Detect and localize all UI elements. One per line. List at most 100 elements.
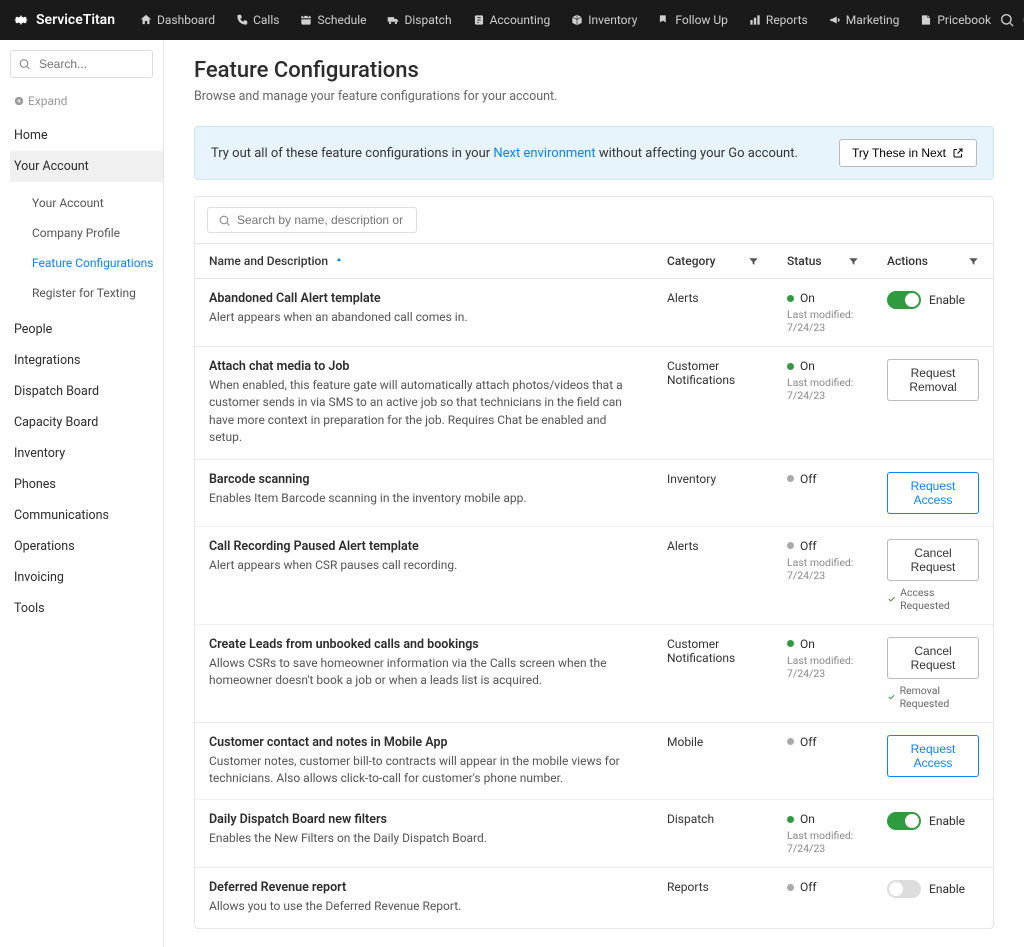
sidebar-sub-your-account[interactable]: Your Account <box>28 188 163 218</box>
last-modified: Last modified: 7/24/23 <box>787 654 859 680</box>
schedule-icon <box>299 13 313 27</box>
enable-toggle[interactable] <box>887 880 921 898</box>
status: On <box>787 291 859 305</box>
nav-item-schedule[interactable]: Schedule <box>291 9 374 31</box>
feature-description: Enables Item Barcode scanning in the inv… <box>209 490 639 507</box>
request_access-button[interactable]: Request Access <box>887 735 979 777</box>
dispatch-icon <box>386 13 400 27</box>
feature-category: Reports <box>653 868 773 928</box>
th-name[interactable]: Name and Description <box>195 244 653 279</box>
nav-item-inventory[interactable]: Inventory <box>562 9 645 31</box>
status: Off <box>787 880 859 894</box>
sidebar-sub-register-texting[interactable]: Register for Texting <box>28 278 163 308</box>
plus-circle-icon <box>14 96 24 106</box>
search-icon[interactable] <box>999 12 1015 28</box>
action-substatus: Removal Requested <box>887 684 979 710</box>
table-row: Customer contact and notes in Mobile App… <box>195 722 993 800</box>
next-environment-link[interactable]: Next environment <box>493 146 595 161</box>
search-icon <box>218 214 231 227</box>
sidebar-item-capacity-board[interactable]: Capacity Board <box>10 407 163 438</box>
toggle-label: Enable <box>929 882 965 896</box>
main-content: Feature Configurations Browse and manage… <box>164 40 1024 947</box>
request_access-button[interactable]: Request Access <box>887 472 979 514</box>
check-icon <box>887 692 896 702</box>
sidebar-item-your-account[interactable]: Your Account <box>10 151 163 182</box>
request_removal-button[interactable]: Request Removal <box>887 359 979 401</box>
cancel_request-button[interactable]: Cancel Request <box>887 539 979 581</box>
table-search-bar <box>195 197 993 243</box>
sidebar-sub-company-profile[interactable]: Company Profile <box>28 218 163 248</box>
external-link-icon <box>952 147 964 159</box>
feature-description: Enables the New Filters on the Daily Dis… <box>209 830 639 847</box>
brand: ServiceTitan <box>12 11 115 29</box>
status-dot-icon <box>787 640 794 647</box>
nav-item-follow-up[interactable]: Follow Up <box>649 9 736 31</box>
feature-description: Allows CSRs to save homeowner informatio… <box>209 655 639 690</box>
feature-name: Barcode scanning <box>209 472 639 487</box>
sidebar-search-input[interactable] <box>10 50 153 78</box>
status-dot-icon <box>787 363 794 370</box>
last-modified: Last modified: 7/24/23 <box>787 556 859 582</box>
status-dot-icon <box>787 542 794 549</box>
table-row: Daily Dispatch Board new filters Enables … <box>195 800 993 868</box>
toggle-label: Enable <box>929 293 965 307</box>
sidebar-item-home[interactable]: Home <box>10 120 163 151</box>
th-status[interactable]: Status <box>773 244 873 279</box>
sidebar-item-inventory[interactable]: Inventory <box>10 438 163 469</box>
enable-toggle[interactable] <box>887 291 921 309</box>
expand-toggle[interactable]: Expand <box>10 90 163 120</box>
th-category[interactable]: Category <box>653 244 773 279</box>
pricebook-icon <box>919 13 933 27</box>
nav-right <box>999 7 1024 33</box>
sidebar-item-tools[interactable]: Tools <box>10 593 163 624</box>
sidebar-search <box>10 50 153 78</box>
callout-text: Try out all of these feature configurati… <box>211 146 798 161</box>
sidebar: Expand Home Your Account Your Account Co… <box>0 40 164 947</box>
table-row: Deferred Revenue reportAllows you to use… <box>195 868 993 928</box>
nav-item-dashboard[interactable]: Dashboard <box>131 9 223 31</box>
sidebar-item-communications[interactable]: Communications <box>10 500 163 531</box>
feature-name: Call Recording Paused Alert template <box>209 539 639 554</box>
toggle-label: Enable <box>929 814 965 828</box>
feature-name: Daily Dispatch Board new filters <box>209 812 639 827</box>
sidebar-item-integrations[interactable]: Integrations <box>10 345 163 376</box>
sidebar-item-phones[interactable]: Phones <box>10 469 163 500</box>
sidebar-item-invoicing[interactable]: Invoicing <box>10 562 163 593</box>
feature-description: Customer notes, customer bill-to contrac… <box>209 753 639 788</box>
status-dot-icon <box>787 884 794 891</box>
inventory-icon <box>570 13 584 27</box>
dashboard-icon <box>139 13 153 27</box>
nav-item-accounting[interactable]: Accounting <box>464 9 559 31</box>
feature-name: Customer contact and notes in Mobile App <box>209 735 639 750</box>
status: Off <box>787 539 859 553</box>
try-in-next-button[interactable]: Try These in Next <box>839 139 977 167</box>
table-row: Create Leads from unbooked calls and boo… <box>195 624 993 722</box>
filter-icon <box>848 256 859 267</box>
feature-description: When enabled, this feature gate will aut… <box>209 377 639 447</box>
feature-name: Deferred Revenue report <box>209 880 639 895</box>
sidebar-sub-feature-configurations[interactable]: Feature Configurations <box>28 248 163 278</box>
accounting-icon <box>472 13 486 27</box>
nav-item-pricebook[interactable]: Pricebook <box>911 9 999 31</box>
sidebar-item-people[interactable]: People <box>10 314 163 345</box>
table-row: Barcode scanning Enables Item Barcode sca… <box>195 459 993 526</box>
sidebar-item-dispatch-board[interactable]: Dispatch Board <box>10 376 163 407</box>
th-actions[interactable]: Actions <box>873 244 993 279</box>
sidebar-item-operations[interactable]: Operations <box>10 531 163 562</box>
next-env-callout: Try out all of these feature configurati… <box>194 126 994 180</box>
table-search-input[interactable] <box>237 213 406 227</box>
status: On <box>787 359 859 373</box>
cancel_request-button[interactable]: Cancel Request <box>887 637 979 679</box>
enable-toggle[interactable] <box>887 812 921 830</box>
nav-item-calls[interactable]: Calls <box>227 9 287 31</box>
nav-item-dispatch[interactable]: Dispatch <box>378 9 459 31</box>
page-subtitle: Browse and manage your feature configura… <box>194 89 994 104</box>
status-dot-icon <box>787 738 794 745</box>
feature-name: Attach chat media to Job <box>209 359 639 374</box>
table-row: Attach chat media to Job When enabled, th… <box>195 347 993 460</box>
nav-item-reports[interactable]: Reports <box>740 9 816 31</box>
status-dot-icon <box>787 816 794 823</box>
feature-table: Name and Description Category Status Act… <box>195 243 993 928</box>
nav-item-marketing[interactable]: Marketing <box>820 9 908 31</box>
brand-name: ServiceTitan <box>36 12 115 28</box>
